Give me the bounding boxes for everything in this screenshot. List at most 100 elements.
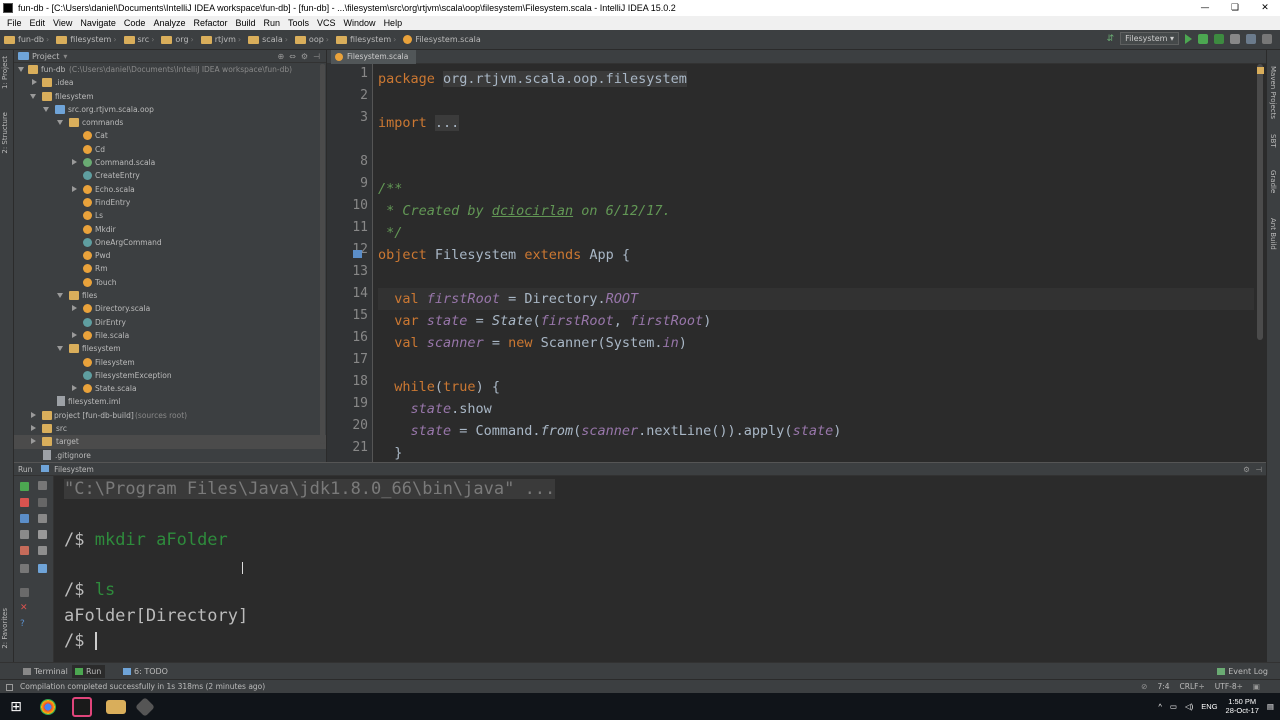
help-icon[interactable]: ? [20, 620, 29, 629]
tree-item[interactable]: filesystem [14, 90, 326, 103]
run-tab-filesystem[interactable]: Filesystem [54, 465, 94, 474]
volume-icon[interactable]: ◁) [1185, 702, 1193, 711]
stop-icon[interactable] [1230, 33, 1240, 44]
tree-item[interactable]: fun-db (C:\Users\daniel\Documents\Intelli… [14, 63, 326, 76]
project-scrollbar[interactable] [320, 64, 325, 444]
settings-icon[interactable] [1246, 33, 1256, 44]
pause-icon[interactable] [20, 514, 29, 523]
tree-item[interactable]: project [fun-db-build] (sources root) [14, 409, 326, 422]
menu-analyze[interactable]: Analyze [149, 16, 189, 30]
menu-edit[interactable]: Edit [26, 16, 50, 30]
expand-arrow-icon[interactable] [57, 346, 63, 352]
tree-item[interactable]: DirEntry [14, 316, 326, 329]
hide-icon[interactable]: ⊣ [313, 52, 320, 61]
network-icon[interactable]: ▭ [1170, 702, 1177, 711]
sync-icon[interactable]: ⊕ [277, 52, 284, 61]
run-gutter-icon[interactable] [353, 250, 362, 258]
code-area[interactable]: package org.rtjvm.scala.oop.filesystem i… [378, 64, 1254, 462]
tree-item[interactable]: filesystem [14, 342, 326, 355]
menu-run[interactable]: Run [260, 16, 285, 30]
tree-item[interactable]: Command.scala [14, 156, 326, 169]
ant-build-tool-button[interactable]: Ant Build [1269, 218, 1277, 250]
structure-tool-button[interactable]: 2: Structure [1, 112, 9, 154]
run-config-select[interactable]: Filesystem ▾ [1120, 32, 1179, 45]
tray-chevron-icon[interactable]: ^ [1158, 702, 1162, 711]
gear-icon[interactable]: ⚙ [1243, 463, 1250, 476]
scroll-to-end-icon[interactable] [38, 530, 47, 539]
tree-item[interactable]: Rm [14, 262, 326, 275]
terminal-tab[interactable]: Terminal [20, 665, 72, 678]
tree-item[interactable]: Directory.scala [14, 302, 326, 315]
git-icon[interactable] [135, 697, 155, 717]
rerun-icon[interactable] [20, 482, 29, 491]
menu-refactor[interactable]: Refactor [189, 16, 231, 30]
tree-item[interactable]: Cd [14, 143, 326, 156]
tree-item[interactable]: Ls [14, 209, 326, 222]
tree-item[interactable]: Touch [14, 276, 326, 289]
caret-position[interactable]: 7:4 [1157, 680, 1169, 694]
maximize-button[interactable]: ❏ [1220, 0, 1250, 16]
tree-item[interactable]: .idea [14, 76, 326, 89]
sbt-tool-button[interactable]: SBT [1269, 134, 1277, 148]
hide-icon[interactable]: ⊣ [1255, 463, 1262, 476]
menu-tools[interactable]: Tools [284, 16, 313, 30]
expand-arrow-icon[interactable] [18, 67, 24, 72]
tree-item[interactable]: filesystem.iml [14, 395, 326, 408]
favorites-tool-button[interactable]: 2: Favorites [1, 608, 9, 649]
breadcrumb-src[interactable]: src › [123, 35, 158, 44]
tree-item[interactable]: src.org.rtjvm.scala.oop [14, 103, 326, 116]
tree-item[interactable]: src [14, 422, 326, 435]
tree-item[interactable]: CreateEntry [14, 169, 326, 182]
file-explorer-icon[interactable] [106, 700, 126, 714]
warnings-icon[interactable]: ⊘ [1141, 680, 1147, 694]
menu-vcs[interactable]: VCS [313, 16, 340, 30]
notifications-icon[interactable]: ▤ [1267, 702, 1274, 711]
file-encoding[interactable]: UTF-8÷ [1215, 680, 1243, 694]
tree-item[interactable]: Cat [14, 129, 326, 142]
expand-arrow-icon[interactable] [72, 331, 77, 338]
lock-icon[interactable]: ▣ [1253, 680, 1260, 694]
dropdown-chevron-icon[interactable]: ▾ [63, 52, 67, 61]
breadcrumb-scala[interactable]: scala › [248, 35, 291, 44]
run-icon[interactable] [1185, 33, 1192, 44]
code-editor[interactable]: Filesystem.scala 1 2 3 8 9 10 11 12 13 1… [327, 50, 1266, 462]
tree-item[interactable]: FilesystemException [14, 369, 326, 382]
breadcrumb-org[interactable]: org › [161, 35, 196, 44]
breadcrumb-file[interactable]: Filesystem.scala [403, 35, 481, 44]
expand-arrow-icon[interactable] [57, 120, 63, 126]
editor-scrollbar[interactable] [1254, 64, 1266, 462]
console-scrollbar[interactable] [1254, 476, 1266, 662]
menu-file[interactable]: File [3, 16, 26, 30]
tree-item[interactable]: OneArgCommand [14, 236, 326, 249]
stop-icon[interactable] [20, 498, 29, 507]
expand-arrow-icon[interactable] [31, 438, 36, 445]
tree-item[interactable]: State.scala [14, 382, 326, 395]
windows-start-icon[interactable]: ⊞ [6, 697, 26, 717]
project-tool-button[interactable]: 1: Project [1, 56, 9, 89]
soft-wrap-icon[interactable] [38, 514, 47, 523]
close-icon[interactable]: ✕ [20, 604, 29, 613]
down-arrow-icon[interactable] [38, 498, 47, 507]
menu-navigate[interactable]: Navigate [76, 16, 120, 30]
tree-item[interactable]: target [14, 435, 326, 449]
event-log-tab[interactable]: Event Log [1214, 665, 1272, 678]
collapse-all-icon[interactable]: ⇔ [289, 52, 296, 61]
breadcrumb-filesystem[interactable]: filesystem › [56, 35, 119, 44]
expand-arrow-icon[interactable] [72, 385, 77, 392]
gear-icon[interactable]: ⚙ [301, 52, 308, 61]
chrome-icon[interactable] [40, 699, 56, 715]
tree-item[interactable]: files [14, 289, 326, 302]
expand-arrow-icon[interactable] [72, 305, 77, 312]
menu-help[interactable]: Help [380, 16, 407, 30]
menu-build[interactable]: Build [231, 16, 259, 30]
breadcrumb-rtjvm[interactable]: rtjvm › [200, 35, 244, 44]
breadcrumb-filesystem-pkg[interactable]: filesystem › [336, 35, 399, 44]
expand-arrow-icon[interactable] [32, 79, 37, 86]
run-tab[interactable]: Run [72, 665, 106, 678]
status-toggle-icon[interactable] [6, 684, 13, 691]
gradle-tool-button[interactable]: Gradle [1269, 170, 1277, 193]
exit-icon[interactable] [20, 546, 29, 555]
intellij-icon[interactable] [72, 697, 92, 717]
search-everywhere-icon[interactable] [1262, 33, 1272, 44]
tree-item[interactable]: File.scala [14, 329, 326, 342]
